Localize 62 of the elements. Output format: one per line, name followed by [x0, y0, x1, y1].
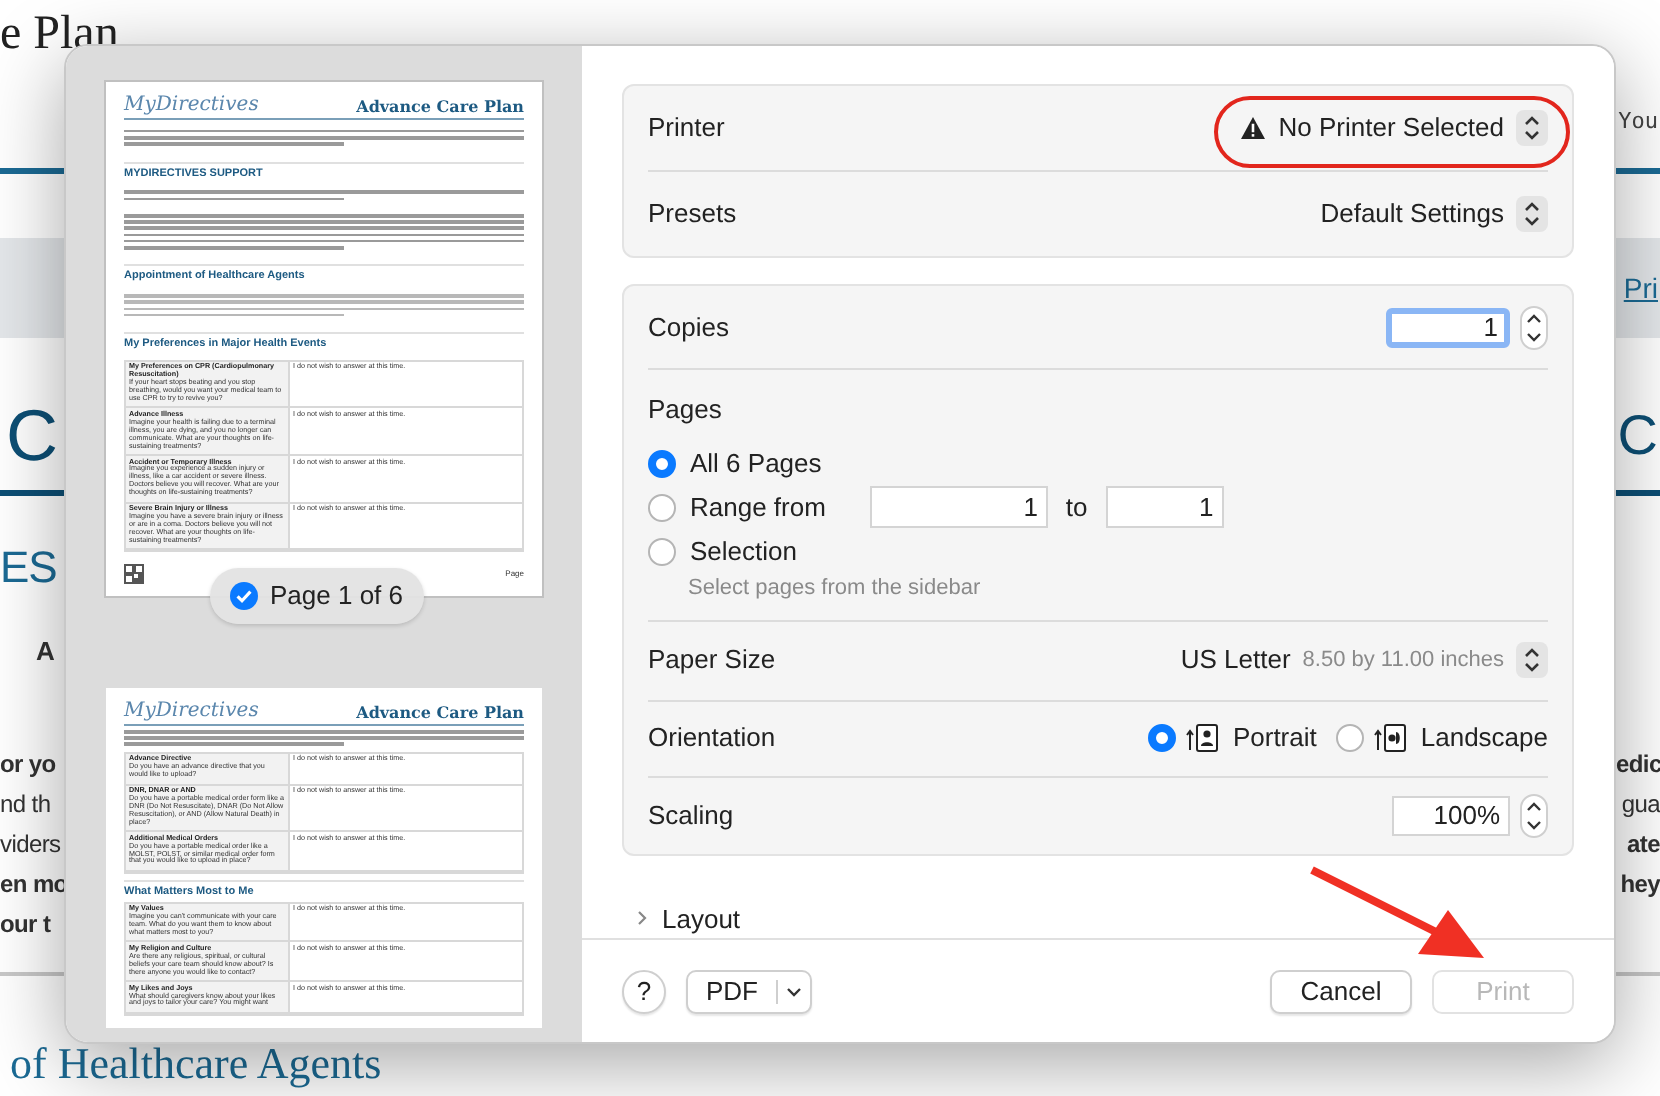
radio-label[interactable]: Landscape: [1420, 718, 1548, 758]
paragraph-text: nd th: [0, 788, 53, 822]
page-counter-text: Page 1 of 6: [270, 578, 403, 615]
range-to-label: to: [1063, 489, 1090, 526]
paragraph-text: or yo: [0, 748, 58, 782]
stepper-control[interactable]: [1520, 793, 1548, 837]
section-heading: C: [1617, 402, 1660, 470]
setting-label: Orientation: [648, 720, 776, 757]
layout-label: Layout: [662, 901, 741, 938]
radio-label[interactable]: Range from: [690, 487, 826, 527]
subheading-text: A: [36, 634, 55, 670]
radio-button[interactable]: [648, 449, 676, 477]
subheading: ES: [0, 540, 57, 596]
cancel-button[interactable]: Cancel: [1270, 969, 1412, 1013]
paper-size-popup[interactable]: US Letter: [1180, 640, 1291, 680]
setting-label: Scaling: [648, 797, 734, 834]
chevron-down-icon: [786, 985, 802, 997]
presets-popup[interactable]: Default Settings: [1320, 194, 1504, 234]
page-thumbnail[interactable]: [106, 688, 542, 1028]
range-from-field[interactable]: 1: [869, 486, 1048, 528]
printer-popup[interactable]: No Printer Selected: [1278, 108, 1504, 148]
radio-button[interactable]: [1336, 724, 1365, 752]
paragraph-text: hey: [1618, 868, 1660, 902]
logo-text: MyDirectives: [124, 700, 259, 722]
paper-dimensions: 8.50 by 11.00 inches: [1302, 645, 1504, 676]
document-title: Advance Care Plan: [356, 702, 524, 722]
radio-button[interactable]: [648, 493, 676, 521]
popup-chevrons-icon[interactable]: [1516, 196, 1548, 232]
portrait-icon: [1186, 724, 1223, 752]
paragraph-text: our t: [0, 908, 53, 942]
landscape-icon: [1374, 724, 1411, 752]
setting-label: Printer: [648, 110, 725, 147]
section-heading: C: [4, 392, 58, 480]
hint-text: Select pages from the sidebar: [686, 573, 983, 601]
radio-label[interactable]: Portrait: [1232, 718, 1317, 758]
paragraph-text: viders: [0, 828, 63, 862]
document-title: Advance Care Plan: [356, 96, 524, 116]
radio-label[interactable]: All 6 Pages: [690, 443, 822, 483]
page-link[interactable]: Pri: [1623, 267, 1660, 309]
setting-label: Copies: [648, 309, 729, 346]
popup-chevrons-icon[interactable]: [1516, 642, 1548, 678]
radio-button[interactable]: [648, 537, 676, 565]
setting-label: Paper Size: [648, 642, 776, 679]
paragraph-text: gua: [1619, 788, 1660, 822]
section-heading: of Healthcare Agents: [10, 1038, 382, 1088]
pdf-menu-button[interactable]: PDF: [686, 969, 812, 1013]
help-button[interactable]: ?: [622, 969, 666, 1013]
stepper-control[interactable]: [1520, 305, 1548, 349]
setting-label: Pages: [648, 392, 724, 428]
scaling-field[interactable]: 100%: [1392, 795, 1510, 835]
radio-label[interactable]: Selection: [690, 531, 797, 571]
setting-label: Presets: [648, 196, 737, 233]
layout-disclosure[interactable]: Layout: [622, 899, 1574, 938]
paragraph-text: ate: [1625, 828, 1660, 862]
radio-button[interactable]: [1148, 724, 1177, 752]
logo-text: MyDirectives: [124, 94, 259, 116]
range-to-field[interactable]: 1: [1105, 486, 1224, 528]
copies-field[interactable]: 1: [1386, 307, 1510, 347]
checkmark-icon: [230, 582, 258, 610]
header-text: You: [1618, 105, 1660, 138]
popup-chevrons-icon[interactable]: [1516, 110, 1548, 146]
qr-code-icon: [124, 563, 144, 584]
